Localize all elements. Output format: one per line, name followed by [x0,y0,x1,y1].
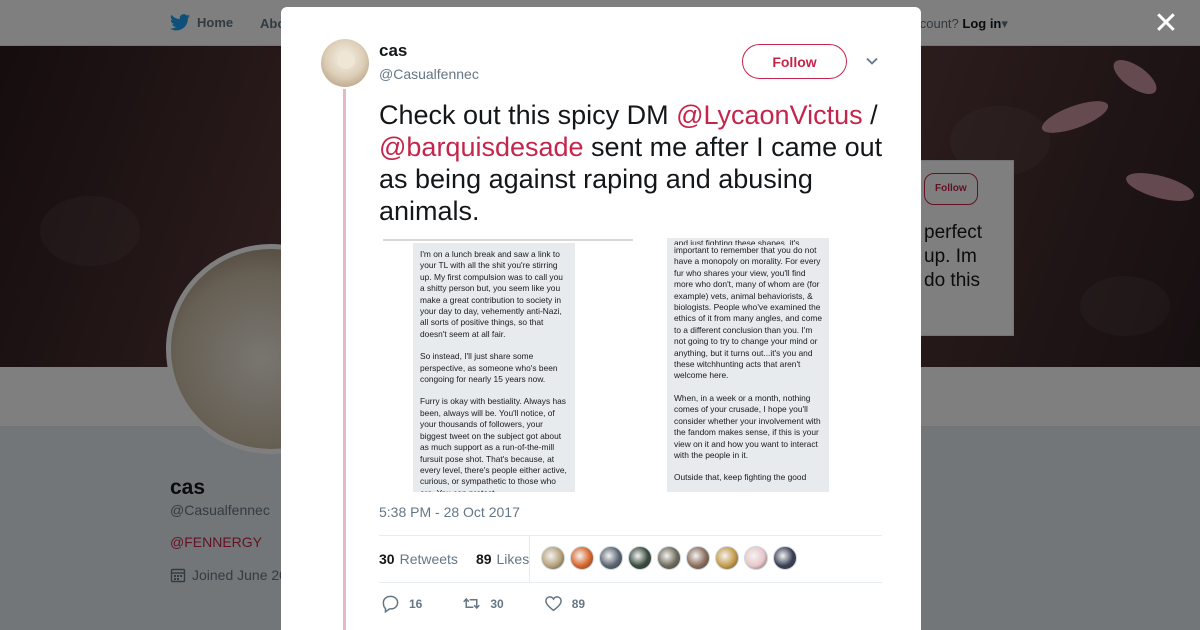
liker-avatar[interactable] [744,546,768,570]
mention-link[interactable]: @LycaonVictus [676,100,863,130]
liker-avatars [541,546,797,570]
like-button[interactable]: 89 [544,594,585,613]
reply-icon [382,595,399,613]
close-icon[interactable]: ✕ [1152,9,1180,39]
retweets-stat[interactable]: 30 Retweets [379,551,458,567]
tweet-text: Check out this spicy DM @LycaonVictus / … [379,99,889,227]
dm-paragraph: important to remember that you do not ha… [674,245,823,381]
media-divider [383,239,633,241]
liker-avatar[interactable] [599,546,623,570]
tweet-actions: 16 30 89 [381,594,625,613]
liker-avatar[interactable] [628,546,652,570]
liker-avatar[interactable] [773,546,797,570]
liker-avatar[interactable] [541,546,565,570]
tweet-timestamp[interactable]: 5:38 PM - 28 Oct 2017 [379,504,520,520]
tweet-stats: 30 Retweets 89 Likes [379,549,529,569]
retweets-label: Retweets [399,551,458,567]
author-avatar[interactable] [321,39,369,87]
like-count: 89 [571,596,586,611]
author-name[interactable]: cas [379,41,407,61]
dm-paragraph: Furry is okay with bestiality. Always ha… [420,396,567,492]
follow-button[interactable]: Follow [742,44,847,79]
dm-screenshot-left[interactable]: I'm on a lunch break and saw a link to y… [413,243,575,492]
dm-paragraph: and just fighting these shapes, it's [674,238,800,245]
reply-count: 16 [409,596,423,611]
retweet-icon [463,597,481,610]
liker-avatar[interactable] [657,546,681,570]
thread-line [343,89,346,630]
divider [379,582,882,583]
tweet-text-part: / [862,100,878,130]
dm-paragraph: I'm on a lunch break and saw a link to y… [420,249,563,339]
dm-screenshot-right[interactable]: and just fighting these shapes, it's imp… [667,238,829,492]
heart-icon [544,596,562,612]
tweet-modal: cas @Casualfennec Follow Check out this … [281,7,921,630]
divider [379,535,882,536]
author-handle[interactable]: @Casualfennec [379,66,479,82]
stats-divider [529,536,530,582]
retweet-button[interactable]: 30 [462,594,504,613]
dm-paragraph: Outside that, keep fighting the good [674,472,807,483]
likes-count: 89 [475,551,492,567]
dm-paragraph: So instead, I'll just share some perspec… [420,351,558,385]
tweet-media[interactable]: I'm on a lunch break and saw a link to y… [382,238,832,492]
liker-avatar[interactable] [686,546,710,570]
tweet-text-part: Check out this spicy DM [379,100,677,130]
likes-label: Likes [496,551,530,567]
reply-button[interactable]: 16 [381,594,422,613]
dm-paragraph: When, in a week or a month, nothing come… [674,392,821,460]
retweets-count: 30 [379,551,395,567]
liker-avatar[interactable] [715,546,739,570]
chevron-down-icon[interactable] [864,53,880,69]
likes-stat[interactable]: 89 Likes [476,551,529,567]
retweet-count: 30 [490,596,504,611]
mention-link[interactable]: @barquisdesade [379,132,584,162]
liker-avatar[interactable] [570,546,594,570]
